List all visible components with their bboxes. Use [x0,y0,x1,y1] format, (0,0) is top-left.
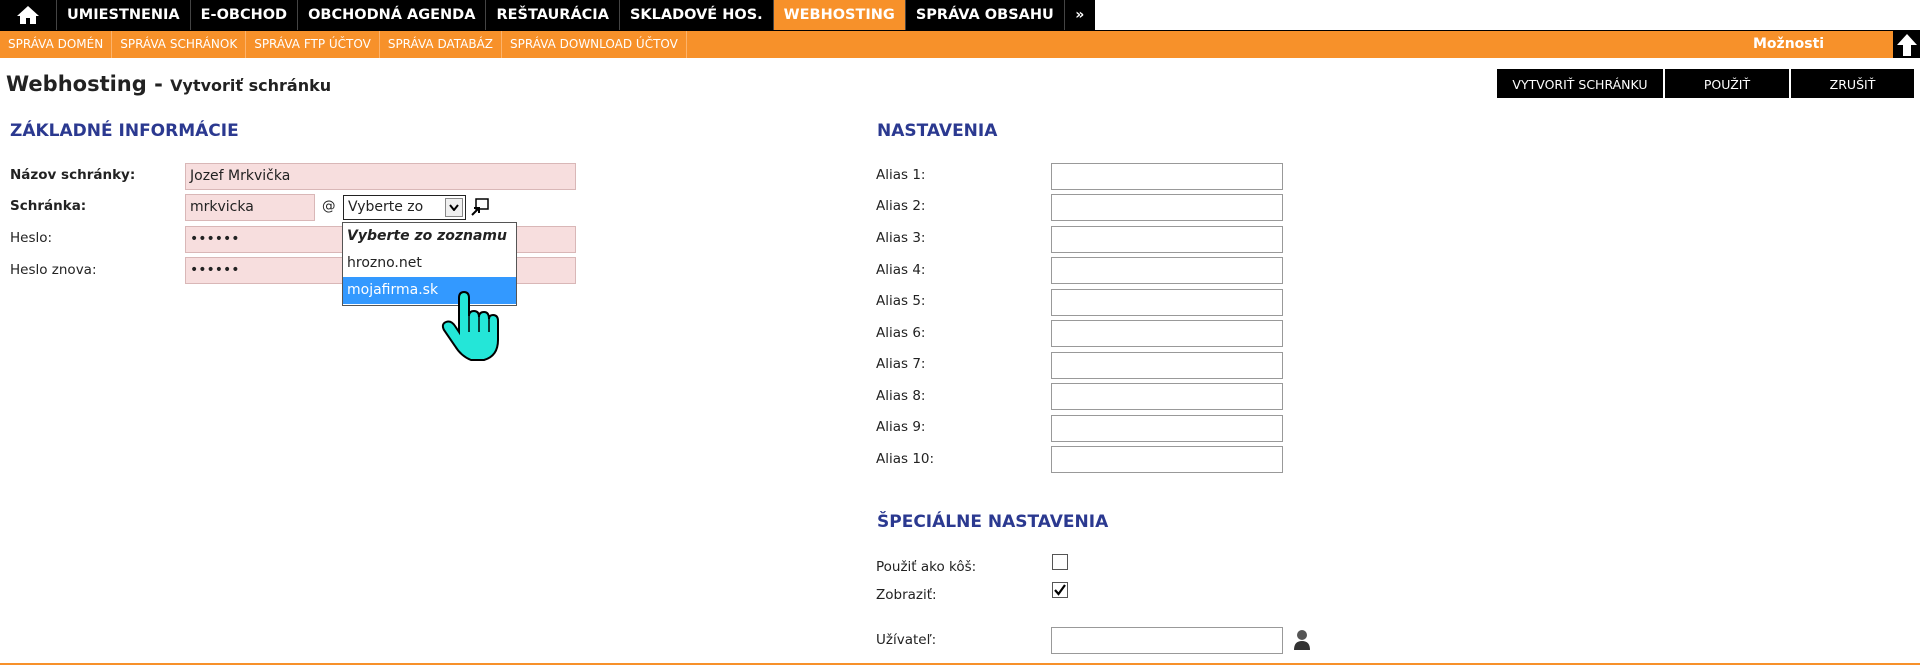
nav-skladove-hos[interactable]: SKLADOVÉ HOS. [620,0,774,30]
bottom-divider [0,663,1920,665]
sub-nav: SPRÁVA DOMÉN SPRÁVA SCHRÁNOK SPRÁVA FTP … [0,31,1920,58]
main-nav: UMIESTNENIA E-OBCHOD OBCHODNÁ AGENDA REŠ… [0,0,1095,30]
domain-select[interactable]: Vyberte zo zoznamu [343,195,466,220]
alias-2-field[interactable] [1051,194,1283,221]
nav-webhosting[interactable]: WEBHOSTING [773,0,906,30]
alias-3-field[interactable] [1051,226,1283,253]
alias-7-field[interactable] [1051,352,1283,379]
alias-8-label: Alias 8: [876,388,926,404]
domain-select-value: Vyberte zo zoznamu [348,199,424,215]
page-subtitle: Vytvoriť schránku [170,76,332,95]
chevron-down-icon[interactable] [445,198,463,217]
alias-4-field[interactable] [1051,257,1283,284]
page-title: Webhosting - Vytvoriť schránku [6,72,331,96]
alias-1-field[interactable] [1051,163,1283,190]
basic-info-heading: ZÁKLADNÉ INFORMÁCIE [10,121,239,141]
user-label: Užívateľ: [876,632,937,648]
domain-option[interactable]: Vyberte zo zoznamu [343,223,516,250]
nav-restauracia[interactable]: REŠTAURÁCIA [486,0,620,30]
nav-e-obchod[interactable]: E-OBCHOD [191,0,299,30]
options-menu[interactable]: Možnosti [1753,31,1824,58]
page-title-main: Webhosting - [6,72,163,96]
apply-button[interactable]: POUŽIŤ [1665,69,1789,98]
alias-1-label: Alias 1: [876,167,926,183]
alias-4-label: Alias 4: [876,262,926,278]
at-sign: @ [322,198,336,214]
alias-6-field[interactable] [1051,320,1283,347]
password-repeat-label: Heslo znova: [10,262,97,278]
user-icon[interactable] [1293,629,1311,651]
show-label: Zobraziť: [876,587,937,603]
alias-7-label: Alias 7: [876,356,926,372]
password-label: Heslo: [10,230,53,246]
nav-umiestnenia[interactable]: UMIESTNENIA [57,0,191,30]
create-mailbox-button[interactable]: VYTVORIŤ SCHRÁNKU [1497,69,1663,98]
mailbox-field[interactable]: mrkvicka [185,194,315,221]
subnav-sprava-ftp-uctov[interactable]: SPRÁVA FTP ÚČTOV [246,31,380,58]
alias-9-label: Alias 9: [876,419,926,435]
popup-window-icon[interactable] [470,197,490,217]
subnav-sprava-domen[interactable]: SPRÁVA DOMÉN [0,31,113,58]
subnav-sprava-schranok[interactable]: SPRÁVA SCHRÁNOK [112,31,247,58]
arrow-up-icon[interactable] [1893,31,1920,58]
mailbox-name-field[interactable]: Jozef Mrkvička [185,163,576,190]
home-icon[interactable] [0,0,57,30]
alias-10-label: Alias 10: [876,451,935,467]
alias-5-field[interactable] [1051,289,1283,316]
alias-5-label: Alias 5: [876,293,926,309]
nav-obchodna-agenda[interactable]: OBCHODNÁ AGENDA [298,0,487,30]
nav-sprava-obsahu[interactable]: SPRÁVA OBSAHU [906,0,1065,30]
alias-3-label: Alias 3: [876,230,926,246]
alias-8-field[interactable] [1051,383,1283,410]
alias-9-field[interactable] [1051,415,1283,442]
hand-cursor-icon [441,290,501,362]
checkmark-icon [1054,584,1066,596]
show-checkbox[interactable] [1052,582,1068,598]
domain-option[interactable]: hrozno.net [343,250,516,277]
subnav-sprava-databaz[interactable]: SPRÁVA DATABÁZ [380,31,503,58]
cancel-button[interactable]: ZRUŠIŤ [1791,69,1914,98]
subnav-sprava-download-uctov[interactable]: SPRÁVA DOWNLOAD ÚČTOV [502,31,687,58]
mailbox-name-label: Názov schránky: [10,167,136,183]
use-as-trash-checkbox[interactable] [1052,554,1068,570]
alias-6-label: Alias 6: [876,325,926,341]
mailbox-label: Schránka: [10,198,87,214]
settings-heading: NASTAVENIA [877,121,998,141]
nav-more-button[interactable]: » [1065,0,1095,30]
use-as-trash-label: Použiť ako kôš: [876,559,977,575]
alias-2-label: Alias 2: [876,198,926,214]
user-field[interactable] [1051,627,1283,654]
special-settings-heading: ŠPECIÁLNE NASTAVENIA [877,512,1109,532]
alias-10-field[interactable] [1051,446,1283,473]
